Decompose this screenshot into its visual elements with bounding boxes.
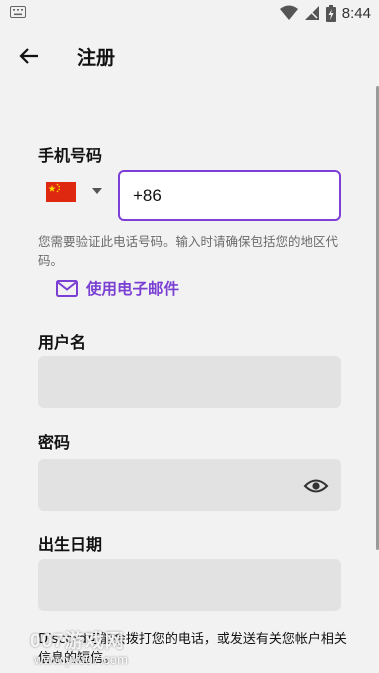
use-email-button[interactable]: 使用电子邮件 <box>56 276 179 300</box>
mail-icon <box>56 279 78 297</box>
phone-hint: 您需要验证此电话号码。输入时请确保包括您的地区代码。 <box>38 234 339 268</box>
use-email-label: 使用电子邮件 <box>86 280 180 298</box>
battery-charging-icon <box>325 4 336 22</box>
chevron-down-icon <box>92 188 102 194</box>
app-bar: 注册 <box>0 30 379 82</box>
birthdate-label: 出生日期 <box>38 535 103 554</box>
wifi-icon <box>279 5 298 20</box>
username-input[interactable] <box>38 356 341 408</box>
show-password-button[interactable] <box>302 472 330 500</box>
country-code-selector[interactable] <box>44 180 106 206</box>
username-label: 用户名 <box>38 333 87 352</box>
page-title: 注册 <box>77 47 116 69</box>
cellular-signal-icon <box>304 6 319 20</box>
watermark-url: www.yx007.com <box>34 652 128 667</box>
phone-label: 手机号码 <box>38 146 103 165</box>
phone-input[interactable] <box>118 170 341 221</box>
keyboard-icon <box>10 6 26 18</box>
arrow-back-icon <box>19 48 38 64</box>
back-button[interactable] <box>12 42 48 70</box>
eye-icon <box>303 479 329 493</box>
password-label: 密码 <box>38 433 71 452</box>
birthdate-input[interactable] <box>38 559 341 611</box>
status-bar: 8:44 <box>0 0 379 26</box>
china-flag-icon <box>46 182 76 202</box>
status-time: 8:44 <box>341 4 371 22</box>
watermark-brand: 007游戏网 <box>30 631 125 652</box>
password-input[interactable] <box>38 459 341 511</box>
